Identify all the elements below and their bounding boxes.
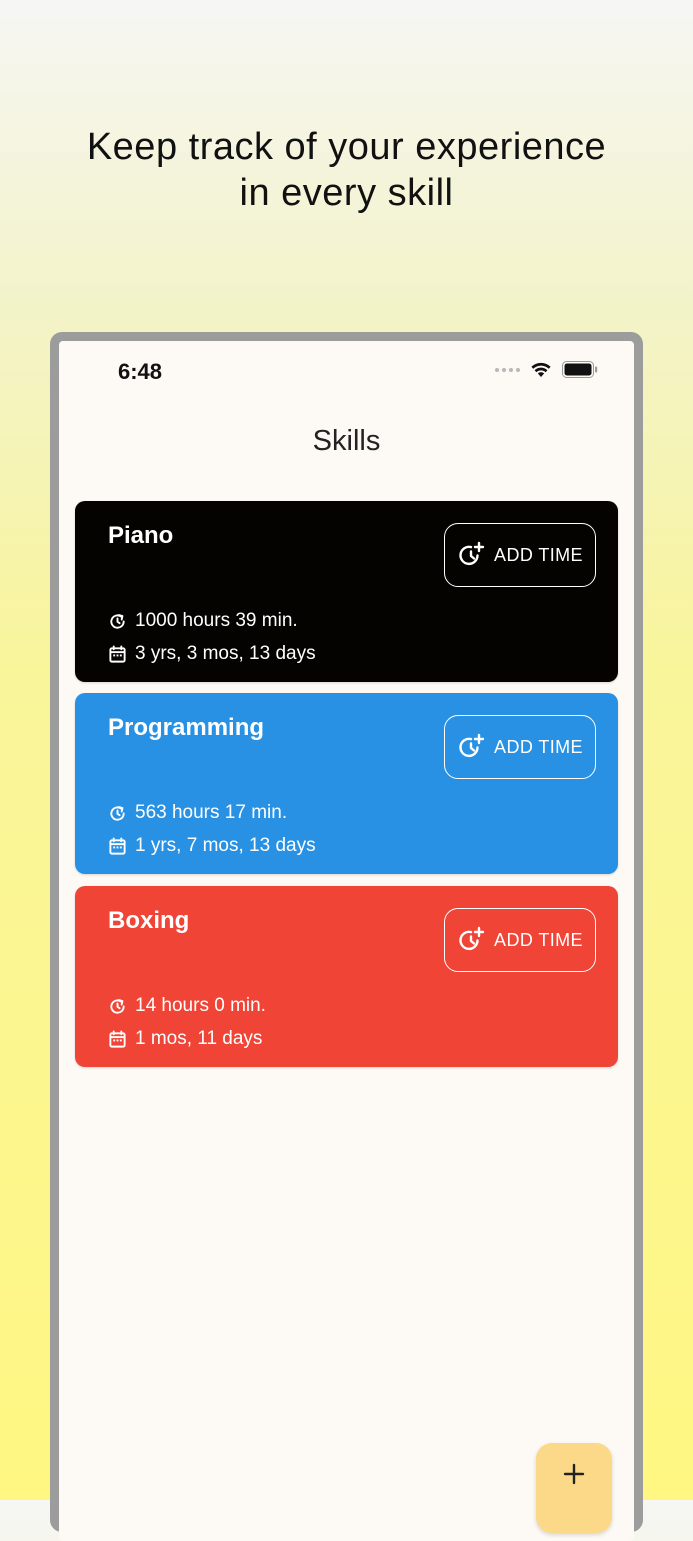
add-time-button[interactable]: ADD TIME bbox=[444, 715, 596, 779]
clock-plus-icon bbox=[459, 926, 485, 951]
calendar-icon bbox=[108, 1029, 127, 1049]
headline-line-2: in every skill bbox=[239, 172, 454, 214]
skill-card-programming[interactable]: Programming ADD TIME 563 hours 17 min. 1… bbox=[75, 693, 618, 874]
plus-icon bbox=[563, 1463, 585, 1485]
phone-frame: 6:48 Skills Piano ADD TIME 1000 hours 39… bbox=[50, 332, 643, 1541]
skill-name: Boxing bbox=[108, 907, 190, 934]
battery-icon bbox=[562, 361, 598, 378]
skill-name: Piano bbox=[108, 522, 174, 549]
screen-title: Skills bbox=[312, 425, 381, 457]
clock-plus-icon bbox=[459, 733, 485, 758]
duration-row: 3 yrs, 3 mos, 13 days bbox=[108, 643, 316, 665]
phone-screen: 6:48 Skills Piano ADD TIME 1000 hours 39… bbox=[59, 341, 634, 1541]
status-icons bbox=[495, 361, 598, 378]
status-bar: 6:48 bbox=[59, 341, 634, 403]
add-skill-button[interactable] bbox=[536, 1443, 612, 1533]
skill-card-piano[interactable]: Piano ADD TIME 1000 hours 39 min. 3 yrs,… bbox=[75, 501, 618, 682]
hours-text: 14 hours 0 min. bbox=[135, 995, 266, 1016]
add-time-button[interactable]: ADD TIME bbox=[444, 523, 596, 587]
hours-row: 563 hours 17 min. bbox=[108, 802, 287, 824]
clock-refresh-icon bbox=[108, 804, 127, 823]
headline-line-1: Keep track of your experience bbox=[86, 126, 607, 168]
skill-name: Programming bbox=[108, 714, 265, 741]
duration-row: 1 yrs, 7 mos, 13 days bbox=[108, 835, 316, 857]
status-time: 6:48 bbox=[118, 359, 163, 384]
calendar-icon bbox=[108, 836, 127, 856]
clock-plus-icon bbox=[459, 541, 485, 566]
headline: Keep track of your experience in every s… bbox=[0, 124, 693, 216]
add-time-button[interactable]: ADD TIME bbox=[444, 908, 596, 972]
hours-row: 1000 hours 39 min. bbox=[108, 610, 298, 632]
hours-row: 14 hours 0 min. bbox=[108, 995, 266, 1017]
skill-card-boxing[interactable]: Boxing ADD TIME 14 hours 0 min. 1 mos, 1… bbox=[75, 886, 618, 1067]
duration-text: 1 yrs, 7 mos, 13 days bbox=[135, 835, 316, 856]
duration-row: 1 mos, 11 days bbox=[108, 1028, 262, 1050]
hours-text: 1000 hours 39 min. bbox=[135, 610, 298, 631]
signal-dots-icon bbox=[495, 367, 520, 372]
calendar-icon bbox=[108, 644, 127, 664]
add-time-label: ADD TIME bbox=[494, 736, 583, 757]
wifi-icon bbox=[531, 362, 551, 377]
hours-text: 563 hours 17 min. bbox=[135, 802, 288, 823]
duration-text: 3 yrs, 3 mos, 13 days bbox=[135, 643, 316, 664]
add-time-label: ADD TIME bbox=[494, 929, 583, 950]
add-time-label: ADD TIME bbox=[494, 544, 583, 565]
duration-text: 1 mos, 11 days bbox=[135, 1028, 263, 1049]
clock-refresh-icon bbox=[108, 612, 127, 631]
clock-refresh-icon bbox=[108, 997, 127, 1016]
